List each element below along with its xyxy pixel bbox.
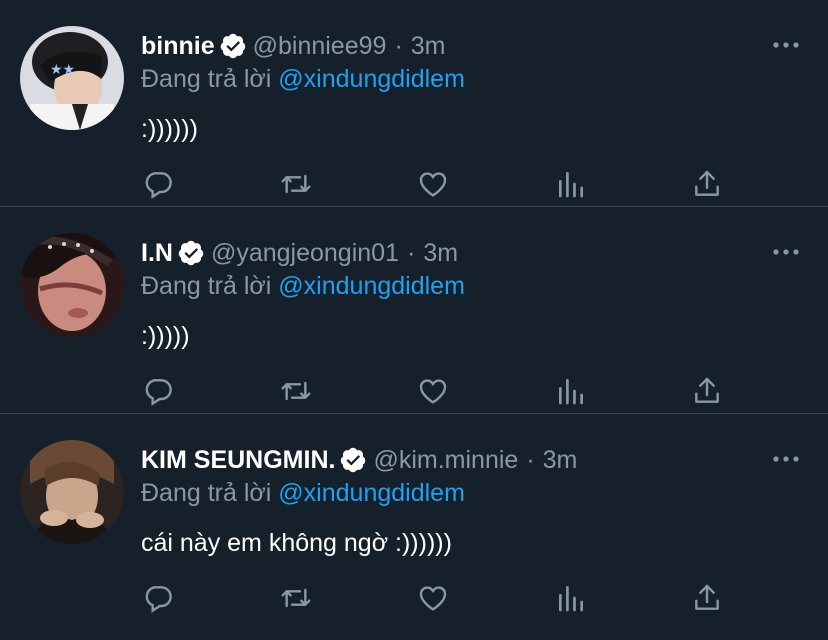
timestamp[interactable]: 3m [423,237,458,269]
mention-link[interactable]: @xindungdidlem [278,479,465,507]
timestamp[interactable]: 3m [411,30,446,62]
replying-to: Đang trả lời @xindungdidlem [141,477,465,509]
share-icon[interactable] [687,578,727,618]
retweet-icon[interactable] [276,164,316,204]
share-icon[interactable] [687,164,727,204]
tweet-header: binnie @binniee99 · 3m [141,30,446,62]
avatar[interactable] [20,440,124,544]
share-icon[interactable] [687,371,727,411]
like-icon[interactable] [413,371,453,411]
like-icon[interactable] [413,164,453,204]
tweet-header: I.N @yangjeongin01 · 3m [141,237,458,269]
analytics-icon[interactable] [551,578,591,618]
mention-link[interactable]: @xindungdidlem [278,272,465,300]
separator-dot: · [526,446,535,474]
more-options-icon[interactable] [772,243,800,261]
verified-badge-icon [219,32,247,60]
action-bar [0,164,828,204]
display-name[interactable]: binnie [141,30,215,62]
more-options-icon[interactable] [772,36,800,54]
user-handle[interactable]: @binniee99 [253,30,387,62]
separator-dot: · [394,32,403,60]
user-handle[interactable]: @kim.minnie [373,444,518,476]
like-icon[interactable] [413,578,453,618]
reply-prefix: Đang trả lời [141,65,272,93]
retweet-icon[interactable] [276,371,316,411]
tweet-text: cái này em không ngờ :)))))) [141,529,452,557]
mention-link[interactable]: @xindungdidlem [278,65,465,93]
tweet[interactable]: KIM SEUNGMIN. @kim.minnie · 3m Đang trả … [0,414,828,624]
more-options-icon[interactable] [772,450,800,468]
svg-text:★★: ★★ [50,62,75,78]
tweet-feed: ★★ binnie @binniee99 · 3m Đang trả lời @… [0,0,828,624]
analytics-icon[interactable] [551,371,591,411]
timestamp[interactable]: 3m [543,444,578,476]
reply-prefix: Đang trả lời [141,479,272,507]
replying-to: Đang trả lời @xindungdidlem [141,270,465,302]
tweet-text: :)))))) [141,115,198,143]
verified-badge-icon [339,446,367,474]
tweet[interactable]: ★★ binnie @binniee99 · 3m Đang trả lời @… [0,0,828,207]
reply-prefix: Đang trả lời [141,272,272,300]
tweet[interactable]: I.N @yangjeongin01 · 3m Đang trả lời @xi… [0,207,828,414]
replying-to: Đang trả lời @xindungdidlem [141,63,465,95]
tweet-header: KIM SEUNGMIN. @kim.minnie · 3m [141,444,577,476]
avatar[interactable]: ★★ [20,26,124,130]
reply-icon[interactable] [138,578,178,618]
reply-icon[interactable] [138,371,178,411]
user-handle[interactable]: @yangjeongin01 [211,237,399,269]
action-bar [0,578,828,618]
separator-dot: · [406,239,416,267]
retweet-icon[interactable] [276,578,316,618]
display-name[interactable]: KIM SEUNGMIN. [141,444,335,476]
analytics-icon[interactable] [551,164,591,204]
action-bar [0,371,828,411]
display-name[interactable]: I.N [141,237,173,269]
verified-badge-icon [177,239,205,267]
reply-icon[interactable] [138,164,178,204]
avatar[interactable] [20,233,124,337]
tweet-text: :))))) [141,322,190,350]
